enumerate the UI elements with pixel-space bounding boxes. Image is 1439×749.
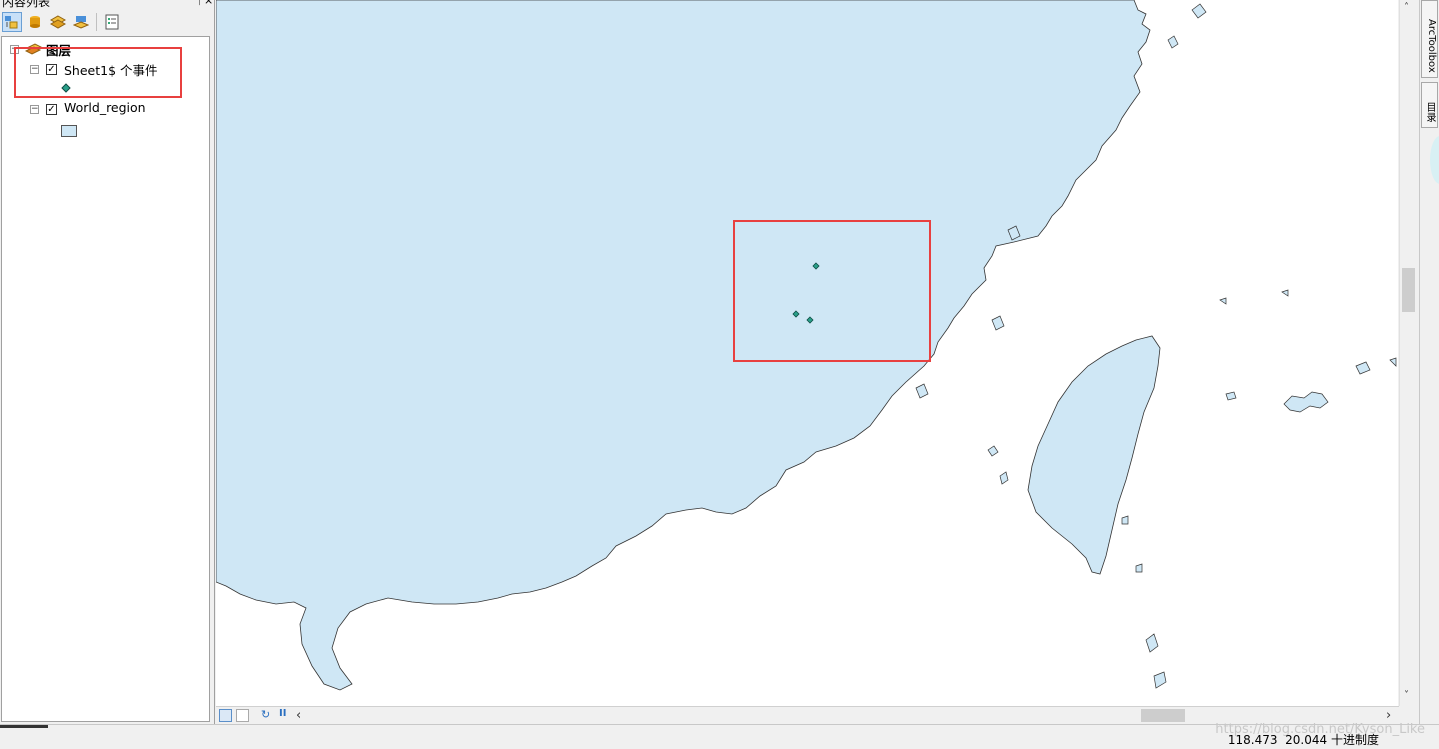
- layer-world-region-checkbox[interactable]: ✓: [46, 104, 57, 115]
- scroll-left-icon[interactable]: ‹: [296, 708, 301, 723]
- layer-tree: − 图层 − ✓ Sheet1$ 个事件 − ✓ World_region: [1, 36, 210, 722]
- catalog-tab[interactable]: 目录: [1421, 82, 1438, 128]
- coord-x: 118.473: [1227, 733, 1278, 747]
- map-canvas: [216, 0, 1397, 691]
- polygon-symbol-swatch: [61, 125, 77, 137]
- options-button[interactable]: [102, 12, 122, 32]
- table-of-contents-panel: 内容列表 ᛁ × − 图层 − ✓ Sheet1$ 个事件 − ✓ World_…: [0, 0, 215, 724]
- data-view-button[interactable]: [219, 709, 232, 722]
- taiwan-polygon: [1027, 335, 1161, 575]
- list-by-drawing-order-button[interactable]: [2, 12, 22, 32]
- list-by-selection-button[interactable]: [71, 12, 91, 32]
- close-icon[interactable]: ×: [204, 0, 213, 7]
- map-vertical-scrollbar[interactable]: ˄ ˅: [1399, 0, 1417, 706]
- list-by-visibility-button[interactable]: [48, 12, 68, 32]
- status-left-marker: [0, 725, 48, 728]
- layers-icon: [50, 15, 66, 29]
- toc-toolbar: [2, 10, 207, 34]
- horizontal-scroll-thumb[interactable]: [1141, 709, 1185, 722]
- scroll-up-icon[interactable]: ˄: [1404, 2, 1409, 13]
- mainland-polygon: [216, 0, 1151, 691]
- map-view[interactable]: [216, 0, 1398, 706]
- catalog-tab-label: 目录: [1424, 102, 1435, 122]
- coordinate-readout: 118.473 20.044 十进制度: [1228, 731, 1379, 748]
- status-bar: https://blog.csdn.net/Kyson_Like 118.473…: [0, 722, 1439, 749]
- drawing-order-icon: [5, 16, 18, 29]
- scroll-right-icon[interactable]: ›: [1386, 708, 1391, 723]
- pin-icon[interactable]: ᛁ: [196, 0, 203, 7]
- scroll-down-icon[interactable]: ˅: [1404, 690, 1409, 701]
- pause-drawing-icon[interactable]: II: [279, 708, 286, 719]
- panel-title: 内容列表: [2, 0, 51, 9]
- collapse-layer-world-region-button[interactable]: −: [30, 105, 39, 114]
- selection-layers-icon: [73, 16, 89, 29]
- list-by-source-button[interactable]: [25, 12, 45, 32]
- layer-world-region-label[interactable]: World_region: [64, 100, 146, 115]
- arctoolbox-tab[interactable]: ArcToolbox: [1421, 0, 1438, 78]
- database-icon: [30, 16, 40, 28]
- coord-units: 十进制度: [1330, 733, 1379, 747]
- coord-y: 20.044: [1285, 733, 1328, 747]
- toolbar-divider: [96, 13, 97, 31]
- annotation-highlight-layer: [14, 47, 182, 98]
- vertical-scroll-thumb[interactable]: [1402, 268, 1415, 312]
- refresh-icon[interactable]: ↻: [261, 708, 270, 721]
- arctoolbox-tab-label: ArcToolbox: [1426, 19, 1437, 73]
- list-options-icon: [105, 14, 119, 30]
- layout-view-button[interactable]: [236, 709, 249, 722]
